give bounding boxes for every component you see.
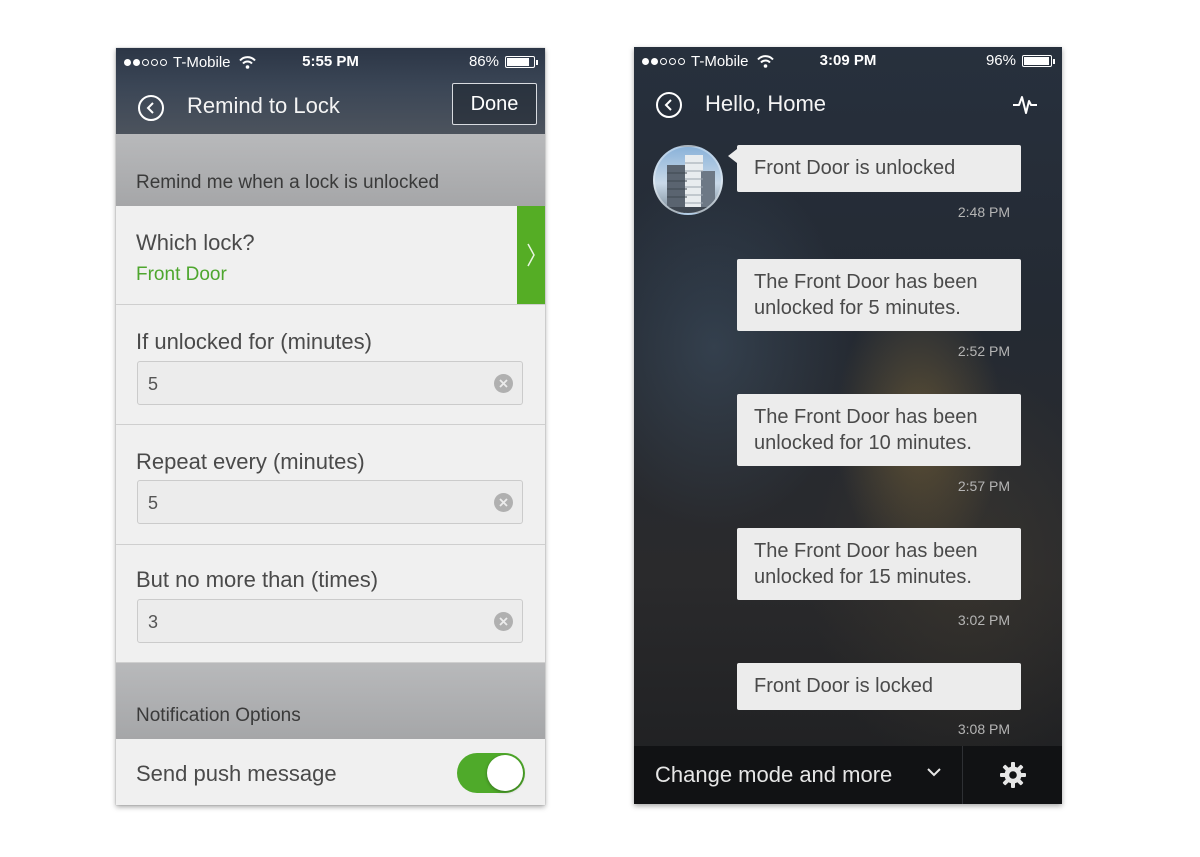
page-title: Hello, Home	[705, 91, 827, 116]
home-avatar	[653, 145, 723, 215]
battery-percent: 96%	[985, 52, 1016, 69]
chevron-left-icon	[146, 102, 154, 114]
battery-status: 86%	[468, 53, 538, 70]
message-text: Front Door is unlocked	[754, 157, 956, 179]
message-bubble: Front Door is locked	[737, 663, 1021, 710]
message-time: 3:08 PM	[957, 721, 1010, 737]
back-button[interactable]	[656, 92, 682, 118]
unlocked-for-value: 5	[148, 374, 159, 394]
message-time: 3:02 PM	[957, 612, 1010, 628]
message-text: unlocked for 10 minutes.	[754, 432, 972, 454]
repeat-every-field[interactable]: 5	[137, 480, 523, 524]
status-bar: T-Mobile 3:09 PM 96%	[634, 47, 1062, 75]
settings-button[interactable]	[963, 746, 1062, 804]
unlocked-for-field[interactable]: 5	[137, 361, 523, 405]
message-bubble: Front Door is unlocked	[728, 145, 1021, 192]
section-header-trigger: Remind me when a lock is unlocked	[116, 134, 545, 206]
battery-status: 96%	[985, 52, 1055, 69]
message-time: 2:48 PM	[957, 204, 1010, 220]
max-times-label: But no more than (times)	[136, 567, 379, 592]
section-header-text: Notification Options	[136, 705, 301, 726]
building-image	[655, 155, 721, 213]
message-text: Front Door is locked	[754, 675, 933, 697]
max-times-row: But no more than (times) 3	[116, 545, 545, 663]
message-text: The Front Door has been	[754, 271, 978, 293]
section-header-text: Remind me when a lock is unlocked	[136, 172, 440, 193]
message-time: 2:57 PM	[957, 478, 1010, 494]
repeat-every-value: 5	[148, 493, 159, 513]
unlocked-for-label: If unlocked for (minutes)	[136, 329, 372, 354]
done-button[interactable]: Done	[452, 83, 537, 125]
page-title: Remind to Lock	[187, 93, 340, 118]
message-text: unlocked for 15 minutes.	[754, 566, 972, 588]
hello-home-screen: T-Mobile 3:09 PM 96% Hello, Home Front D…	[634, 47, 1062, 804]
gear-icon	[999, 762, 1026, 788]
message-text: unlocked for 5 minutes.	[754, 297, 961, 319]
message-bubble: The Front Door has been unlocked for 15 …	[737, 528, 1021, 600]
clear-icon[interactable]	[494, 612, 513, 631]
change-mode-label: Change mode and more	[655, 762, 893, 787]
activity-pulse-icon[interactable]	[1012, 91, 1038, 117]
repeat-every-row: Repeat every (minutes) 5	[116, 425, 545, 545]
max-times-field[interactable]: 3	[137, 599, 523, 643]
bottom-bar: Change mode and more	[634, 746, 1062, 804]
back-button[interactable]	[138, 95, 164, 121]
unlocked-for-row: If unlocked for (minutes) 5	[116, 305, 545, 425]
toggle-knob	[487, 755, 523, 791]
chevron-down-icon	[927, 768, 941, 777]
message-bubble: The Front Door has been unlocked for 10 …	[737, 394, 1021, 466]
clear-icon[interactable]	[494, 493, 513, 512]
battery-icon	[505, 55, 538, 68]
status-bar: T-Mobile 5:55 PM 86%	[116, 48, 545, 76]
which-lock-label: Which lock?	[136, 230, 255, 255]
push-message-label: Send push message	[136, 761, 337, 786]
header-bar: T-Mobile 5:55 PM 86% Remind to Lock Done	[116, 48, 545, 134]
change-mode-button[interactable]: Change mode and more	[634, 746, 962, 804]
message-text: The Front Door has been	[754, 406, 978, 428]
message-text: The Front Door has been	[754, 540, 978, 562]
max-times-value: 3	[148, 612, 159, 632]
battery-percent: 86%	[468, 53, 499, 70]
message-time: 2:52 PM	[957, 343, 1010, 359]
push-message-toggle[interactable]	[457, 753, 525, 793]
remind-to-lock-screen: T-Mobile 5:55 PM 86% Remind to Lock Done…	[116, 48, 545, 805]
which-lock-value: Front Door	[136, 264, 227, 285]
section-header-notifications: Notification Options	[116, 663, 545, 739]
repeat-every-label: Repeat every (minutes)	[136, 449, 365, 474]
message-bubble: The Front Door has been unlocked for 5 m…	[737, 259, 1021, 331]
battery-icon	[1022, 54, 1055, 67]
clear-icon[interactable]	[494, 374, 513, 393]
push-message-row: Send push message	[116, 739, 545, 805]
which-lock-disclosure[interactable]	[517, 206, 545, 304]
chevron-right-icon	[527, 243, 535, 267]
chevron-left-icon	[664, 99, 672, 111]
which-lock-row[interactable]: Which lock? Front Door	[116, 206, 545, 305]
